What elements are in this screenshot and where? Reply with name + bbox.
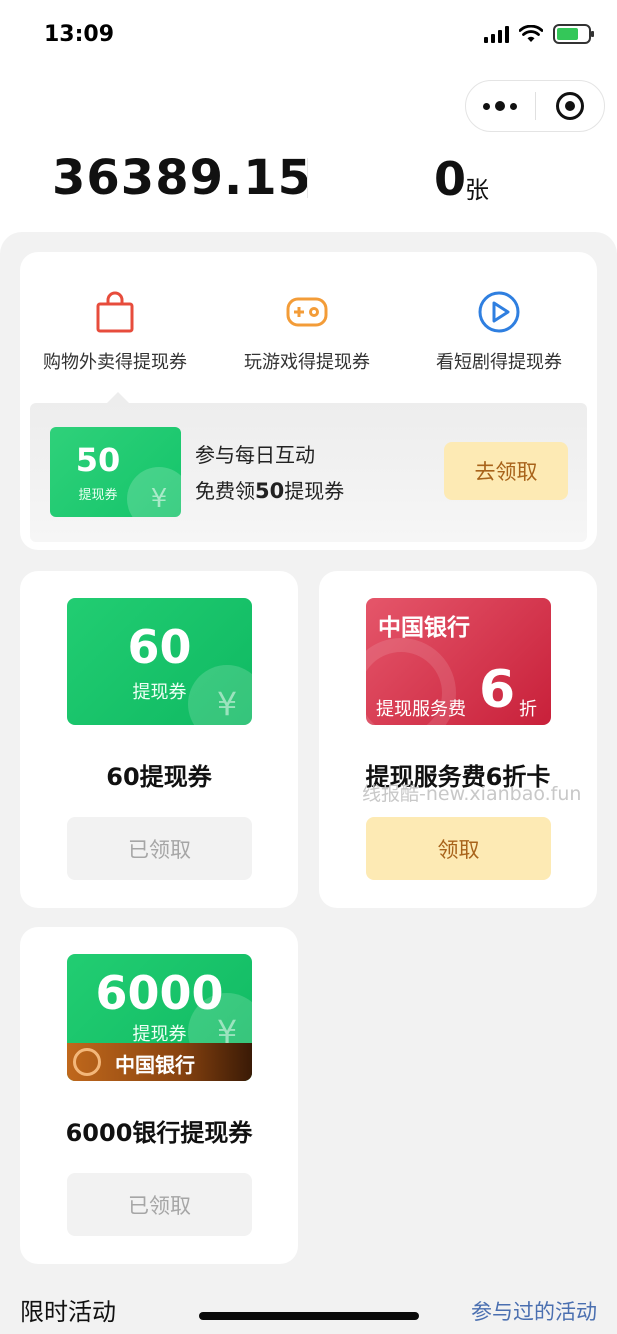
- coupon-60-ticket: 60 提现券 ¥: [67, 598, 252, 725]
- home-indicator[interactable]: [199, 1312, 419, 1320]
- bank-band: 中国银行: [67, 1043, 252, 1081]
- card-title: 6000银行提现券: [65, 1119, 253, 1147]
- limited-activities-heading: 限时活动: [20, 1298, 116, 1326]
- miniprogram-capsule: [465, 80, 605, 132]
- shopping-bag-icon: [96, 291, 134, 333]
- discount-unit: 折: [519, 699, 537, 720]
- tab-label: 看短剧得提现券: [436, 352, 562, 373]
- coupon-6000-ticket: 6000 提现券 ¥ 中国银行: [67, 954, 252, 1081]
- coupon-count: 0: [434, 152, 467, 206]
- status-icons: [484, 24, 594, 44]
- bank-name: 中国银行: [115, 1053, 195, 1077]
- coupon-card-6000: 6000 提现券 ¥ 中国银行 6000银行提现券 已领取: [20, 927, 298, 1264]
- promo-banner: 50 提现券 ¥ 参与每日互动 免费领50提现券 去领取: [30, 403, 587, 542]
- yuan-coin-icon: ¥: [188, 665, 252, 725]
- task-card: 购物外卖得提现券 玩游戏得提现券 看短剧得提现券 50 提现券 ¥ 参与每日互动…: [20, 252, 597, 550]
- claimed-button[interactable]: 已领取: [67, 1173, 252, 1236]
- balance-divider: [307, 158, 308, 198]
- more-options-icon[interactable]: [466, 81, 535, 131]
- tab-label: 玩游戏得提现券: [244, 352, 370, 373]
- coupon-50-ticket: 50 提现券 ¥: [50, 427, 181, 517]
- coupon-card-60: 60 提现券 ¥ 60提现券 已领取: [20, 571, 298, 908]
- cellular-signal-icon: [484, 25, 509, 43]
- discount-value: 6: [479, 660, 516, 720]
- claim-button[interactable]: 领取: [366, 817, 551, 880]
- promo-prefix: 免费领: [195, 479, 255, 503]
- status-bar: 13:09: [0, 0, 617, 72]
- promo-text-line1: 参与每日互动: [195, 443, 315, 467]
- promo-suffix: 提现券: [284, 479, 345, 503]
- tab-shopping[interactable]: 购物外卖得提现券: [20, 290, 210, 374]
- promo-value: 50: [255, 479, 285, 503]
- close-miniprogram-icon[interactable]: [536, 81, 605, 131]
- promo-text-line2: 免费领50提现券: [195, 475, 344, 504]
- status-time: 13:09: [44, 22, 115, 47]
- battery-icon: [553, 24, 594, 44]
- bank-name: 中国银行: [378, 615, 470, 641]
- go-claim-button[interactable]: 去领取: [444, 442, 568, 500]
- balance-amount: 36389.15: [52, 150, 313, 206]
- tab-short-drama[interactable]: 看短剧得提现券: [404, 290, 594, 374]
- play-circle-icon: [478, 291, 520, 333]
- participated-activities-link[interactable]: 参与过的活动: [471, 1296, 597, 1326]
- fee-discount-card: 中国银行 提现服务费 6 折 提现服务费6折卡 领取: [319, 571, 597, 908]
- claimed-button[interactable]: 已领取: [67, 817, 252, 880]
- tab-label: 购物外卖得提现券: [43, 352, 187, 373]
- watermark: 线报酷-new.xianbao.fun: [362, 783, 582, 805]
- card-title: 60提现券: [106, 763, 212, 791]
- ticket-value: 50: [75, 441, 121, 479]
- tab-games[interactable]: 玩游戏得提现券: [212, 290, 402, 374]
- wifi-icon: [519, 25, 543, 42]
- fee-discount-ticket: 中国银行 提现服务费 6 折: [366, 598, 551, 725]
- coupon-unit: 张: [465, 176, 489, 204]
- gamepad-icon: [286, 297, 328, 327]
- bank-of-china-logo-icon: [73, 1048, 101, 1076]
- fee-label: 提现服务费: [376, 699, 466, 720]
